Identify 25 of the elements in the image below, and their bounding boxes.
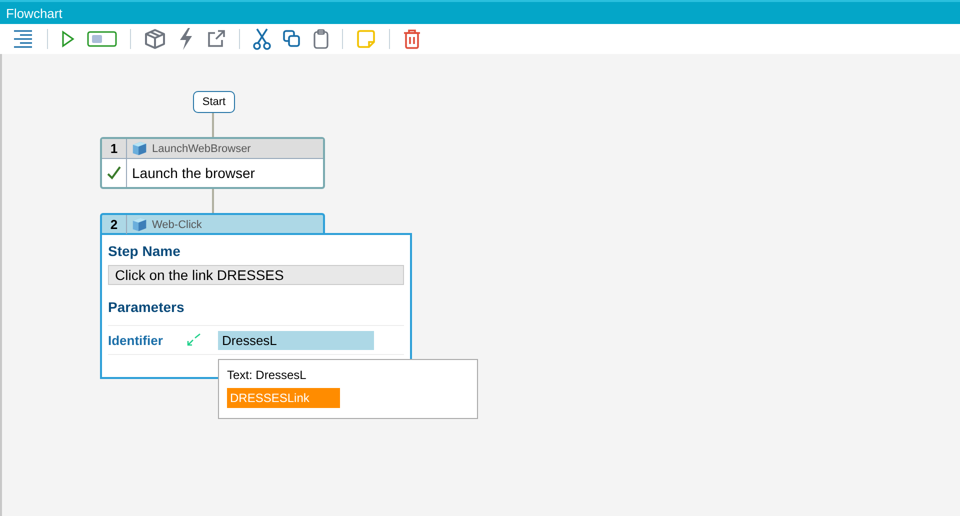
trash-icon[interactable] [403, 29, 421, 49]
package-icon[interactable] [144, 28, 166, 50]
start-node[interactable]: Start [193, 91, 235, 113]
step-type: Web-Click [152, 218, 202, 230]
external-link-icon[interactable] [206, 29, 226, 49]
cube-icon [131, 140, 148, 157]
step-name-field[interactable]: Click on the link DRESSES [108, 265, 404, 285]
section-label: Step Name [108, 243, 182, 259]
lightning-icon[interactable] [178, 27, 194, 51]
step-number: 1 [102, 139, 127, 158]
identifier-field[interactable]: DressesL [218, 330, 374, 350]
section-label: Parameters [108, 299, 186, 315]
parameter-label: Identifier [108, 332, 164, 348]
play-icon[interactable] [61, 30, 75, 48]
align-lines-icon[interactable] [12, 29, 34, 49]
step-type: LaunchWebBrowser [152, 142, 251, 154]
copy-icon[interactable] [283, 30, 301, 48]
step-name: Launch the browser [131, 164, 255, 183]
scissors-icon[interactable] [253, 28, 271, 50]
toggle-icon[interactable] [87, 31, 117, 47]
window-title: Flowchart [6, 6, 62, 20]
step-node[interactable]: 1 LaunchWebBrowser Launch the browser [100, 137, 325, 189]
hint-text: Text: DressesL [227, 368, 308, 382]
cube-icon [131, 216, 148, 233]
clipboard-icon[interactable] [313, 29, 329, 49]
